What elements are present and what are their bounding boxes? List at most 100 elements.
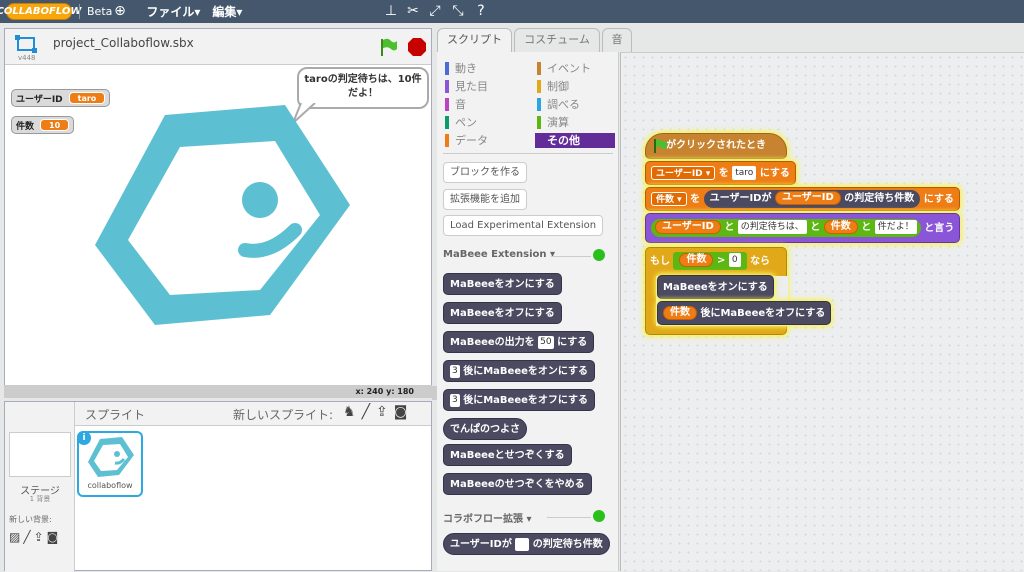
sprite-name: collaboflow: [87, 481, 133, 490]
category-5[interactable]: 音: [443, 97, 523, 112]
stage-panel: v448 project_Collaboflow.sbx ユーザーID taro…: [4, 28, 432, 398]
number-input[interactable]: 0: [728, 253, 741, 267]
variable-dropdown[interactable]: 件数 ▾: [651, 192, 687, 206]
stop-icon[interactable]: [407, 37, 427, 57]
tab-costumes[interactable]: コスチューム: [514, 28, 600, 52]
category-10[interactable]: その他: [535, 133, 615, 148]
watcher-label: 件数: [16, 121, 35, 132]
tab-sounds[interactable]: 音: [602, 28, 632, 52]
category-9[interactable]: データ: [443, 133, 523, 148]
variable-reporter[interactable]: 件数: [679, 253, 714, 267]
category-8[interactable]: 演算: [535, 115, 615, 130]
category-6[interactable]: 調べる: [535, 97, 615, 112]
sprite-library-icon[interactable]: ♞: [343, 404, 362, 420]
divider: [551, 256, 591, 257]
block-input[interactable]: 3: [450, 364, 460, 378]
value-input[interactable]: taro: [732, 166, 757, 180]
watcher-value: 10: [40, 119, 70, 131]
greater-than-operator[interactable]: 件数 > 0: [673, 252, 747, 270]
draw-icon[interactable]: ╱: [23, 530, 33, 544]
load-experimental-extension-button[interactable]: Load Experimental Extension: [443, 215, 604, 236]
globe-icon[interactable]: ⊕: [112, 3, 128, 19]
category-4[interactable]: 制御: [535, 79, 615, 94]
watcher-label: ユーザーID: [16, 94, 63, 105]
text-input[interactable]: 件だよ！: [874, 220, 917, 234]
variable-reporter[interactable]: ユーザーID: [655, 220, 721, 234]
block-signal-strength[interactable]: でんぱのつよさ: [443, 418, 527, 440]
delete-scissors-icon[interactable]: ✂: [405, 3, 421, 19]
green-flag-icon[interactable]: [378, 37, 398, 57]
category-color-swatch: [445, 98, 449, 111]
upload-icon[interactable]: ⇪: [34, 530, 47, 544]
set-variable-block[interactable]: ユーザーID ▾ を taro にする: [645, 161, 796, 185]
block-mabeee-on[interactable]: MaBeeeをオンにする: [443, 273, 562, 295]
camera-sprite-icon[interactable]: ◙: [394, 404, 414, 420]
add-extension-button[interactable]: 拡張機能を追加: [443, 189, 527, 210]
category-label: データ: [455, 134, 488, 147]
category-2[interactable]: イベント: [535, 61, 615, 76]
category-1[interactable]: 動き: [443, 61, 523, 76]
category-7[interactable]: ペン: [443, 115, 523, 130]
paint-backdrop-icon[interactable]: ▨: [9, 530, 23, 544]
block-mabeee-disconnect[interactable]: MaBeeeのせつぞくをやめる: [443, 473, 592, 495]
extension-status-indicator: [593, 249, 605, 261]
collaboflow-extension-header[interactable]: コラボフロー拡張 ▾: [443, 510, 532, 525]
category-color-swatch: [537, 134, 541, 147]
block-mabeee-output[interactable]: MaBeeeの出力を 50 にする: [443, 331, 595, 353]
script-stack[interactable]: がクリックされたとき ユーザーID ▾ を taro にする 件数 ▾ を ユー…: [645, 121, 961, 341]
category-color-swatch: [445, 80, 449, 93]
say-block[interactable]: ユーザーID と の判定待ちは、 と 件数 と 件だよ！ と言う: [645, 213, 961, 243]
mouse-coords: x: 240 y: 180: [4, 385, 432, 398]
set-variable-block[interactable]: 件数 ▾ を ユーザーIDが ユーザーID の判定待ち件数 にする: [645, 187, 960, 211]
block-input[interactable]: 3: [450, 393, 460, 407]
text-input[interactable]: の判定待ちは、: [737, 220, 807, 234]
project-title[interactable]: project_Collaboflow.sbx: [53, 36, 194, 50]
camera-icon[interactable]: ◙: [47, 530, 62, 544]
collaboflow-sprite[interactable]: [95, 105, 355, 335]
block-mabeee-off[interactable]: MaBeeeをオフにする: [443, 302, 562, 324]
paint-sprite-icon[interactable]: ╱: [362, 404, 376, 420]
category-color-swatch: [537, 62, 541, 75]
block-mabeee-off-after[interactable]: 3 後にMaBeeeをオフにする: [443, 389, 595, 411]
make-block-button[interactable]: ブロックを作る: [443, 162, 527, 183]
stage-thumbnail[interactable]: [9, 432, 71, 477]
duplicate-stamp-icon[interactable]: ⊥: [383, 3, 399, 19]
variable-reporter[interactable]: 件数: [663, 306, 697, 320]
shrink-icon[interactable]: ⤡: [450, 3, 466, 19]
when-flag-clicked-block[interactable]: がクリックされたとき: [645, 133, 787, 159]
file-menu[interactable]: ファイル▾: [146, 3, 200, 20]
block-input[interactable]: 50: [538, 335, 554, 349]
sprite-thumbnail[interactable]: i collaboflow: [77, 431, 143, 497]
tab-scripts[interactable]: スクリプト: [437, 28, 512, 54]
block-pending-count[interactable]: ユーザーIDが の判定待ち件数: [443, 533, 610, 555]
block-mabeee-connect[interactable]: MaBeeeとせつぞくする: [443, 444, 572, 466]
variable-dropdown[interactable]: ユーザーID ▾: [651, 166, 716, 180]
category-color-swatch: [537, 116, 541, 129]
pending-count-reporter[interactable]: ユーザーIDが ユーザーID の判定待ち件数: [703, 190, 921, 208]
block-text: の判定待ち件数: [532, 539, 603, 550]
stage-canvas[interactable]: ユーザーID taro 件数 10 taroの判定待ちは、10件だよ！: [5, 65, 431, 383]
block-text: >: [716, 255, 726, 266]
presentation-mode-icon[interactable]: [15, 35, 37, 53]
block-text: がクリックされたとき: [666, 140, 766, 151]
block-input[interactable]: [515, 537, 530, 551]
grow-icon[interactable]: ⤢: [427, 3, 443, 19]
variable-reporter[interactable]: ユーザーID: [774, 191, 841, 205]
upload-sprite-icon[interactable]: ⇪: [376, 404, 394, 420]
new-backdrop-label: 新しい背景:: [9, 515, 52, 524]
help-icon[interactable]: ?: [473, 3, 489, 19]
scripts-area[interactable]: がクリックされたとき ユーザーID ▾ を taro にする 件数 ▾ を ユー…: [620, 52, 1024, 571]
category-color-swatch: [537, 80, 541, 93]
category-3[interactable]: 見た目: [443, 79, 523, 94]
join-reporter[interactable]: ユーザーID と の判定待ちは、 と 件数 と 件だよ！: [651, 219, 921, 237]
variable-watcher-count: 件数 10: [11, 116, 75, 134]
mabeee-extension-header[interactable]: MaBeee Extension ▾: [443, 249, 555, 260]
variable-reporter[interactable]: 件数: [823, 220, 858, 234]
block-text: と: [724, 222, 735, 233]
block-text: にする: [923, 194, 954, 205]
block-mabeee-on-after[interactable]: 3 後にMaBeeeをオンにする: [443, 360, 595, 382]
mabeee-on-block[interactable]: MaBeeeをオンにする: [657, 275, 774, 299]
block-text: ユーザーIDが: [450, 539, 512, 550]
edit-menu[interactable]: 編集▾: [212, 3, 242, 20]
mabeee-off-after-block[interactable]: 件数 後にMaBeeeをオフにする: [657, 301, 832, 325]
